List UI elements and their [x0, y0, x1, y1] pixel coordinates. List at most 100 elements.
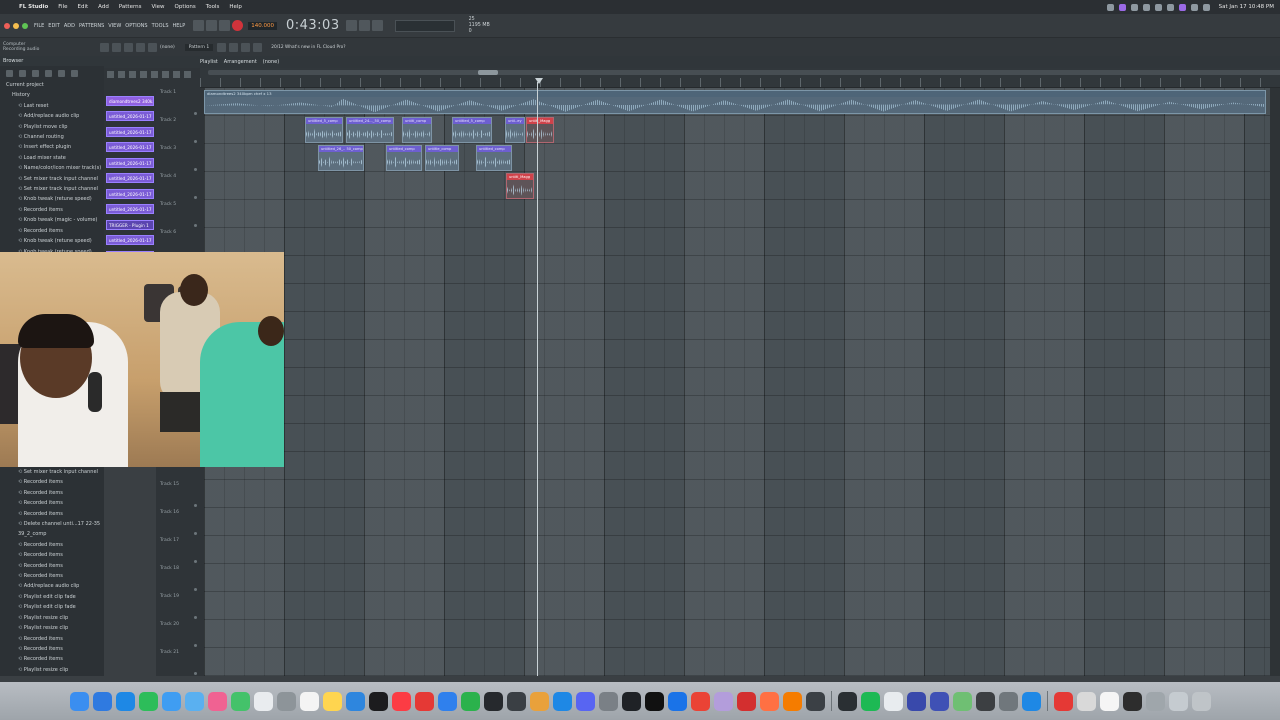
- audio-clip[interactable]: untitl_Magg: [526, 117, 554, 143]
- track-mute-dot[interactable]: [194, 504, 197, 507]
- dock-app-icon[interactable]: [552, 691, 572, 711]
- menu-view[interactable]: View: [146, 4, 169, 10]
- browser-tool-icon[interactable]: [19, 69, 26, 77]
- picker-item[interactable]: untitled_2026-01-17 22...: [106, 188, 154, 199]
- dock-app-icon[interactable]: [1099, 691, 1119, 711]
- dock-app-icon[interactable]: [906, 691, 926, 711]
- wait-input-icon[interactable]: [358, 20, 370, 31]
- dock-app-icon[interactable]: [690, 691, 710, 711]
- view-channel-rack-icon[interactable]: [136, 42, 145, 52]
- tool-icon[interactable]: [229, 42, 239, 52]
- dock-app-icon[interactable]: [575, 691, 595, 711]
- picker-item[interactable]: untitled_2026-01-17 22...: [106, 204, 154, 214]
- menu-tools[interactable]: Tools: [201, 4, 225, 10]
- dock-app-icon[interactable]: [460, 691, 480, 711]
- track-mute-dot[interactable]: [194, 112, 197, 115]
- dock-app-icon[interactable]: [299, 691, 319, 711]
- fl-menu-tools[interactable]: TOOLS: [152, 23, 169, 29]
- fl-menu-patterns[interactable]: PATTERNS: [79, 23, 104, 29]
- browser-tree-item[interactable]: Set mixer track input channel: [0, 174, 104, 184]
- menu-app-name[interactable]: FL Studio: [14, 4, 53, 10]
- countdown-icon[interactable]: [371, 20, 383, 31]
- track-mute-dot[interactable]: [194, 224, 197, 227]
- dock-app-icon[interactable]: [667, 691, 687, 711]
- dock-app-icon[interactable]: [69, 691, 89, 711]
- history-item[interactable]: Recorded items: [0, 654, 104, 664]
- history-item[interactable]: Recorded items: [0, 488, 104, 498]
- menu-edit[interactable]: Edit: [73, 4, 94, 10]
- close-window-button[interactable]: [4, 22, 10, 29]
- tool-icon[interactable]: [217, 42, 227, 52]
- fl-menu-help[interactable]: HELP: [173, 23, 186, 29]
- browser-tree-item[interactable]: Recorded items: [0, 205, 104, 215]
- fl-menu-edit[interactable]: EDIT: [48, 23, 60, 29]
- tempo-display[interactable]: 140.000: [248, 21, 277, 30]
- track-name[interactable]: Track 16: [160, 510, 179, 515]
- picker-item[interactable]: diamondtrees2 340k...: [106, 95, 154, 106]
- history-item[interactable]: Recorded items: [0, 540, 104, 550]
- audio-clip[interactable]: untitl_comp: [402, 117, 432, 143]
- delete-tool-icon[interactable]: [129, 71, 136, 78]
- track-mute-dot[interactable]: [194, 140, 197, 143]
- pattern-selector[interactable]: Pattern 1: [184, 43, 214, 51]
- view-playlist-icon[interactable]: [112, 42, 121, 52]
- status-icon[interactable]: [1130, 3, 1138, 11]
- audio-clip[interactable]: untitled_comp: [386, 145, 422, 171]
- metronome-icon[interactable]: [345, 20, 357, 31]
- dock-app-icon[interactable]: [1076, 691, 1096, 711]
- track-name[interactable]: Track 20: [160, 622, 179, 627]
- track-name[interactable]: Track 6: [160, 230, 176, 235]
- history-item[interactable]: Recorded items: [0, 571, 104, 581]
- history-item[interactable]: Add/replace audio clip: [0, 581, 104, 591]
- browser-tool-icon[interactable]: [71, 69, 78, 77]
- dock-app-icon[interactable]: [161, 691, 181, 711]
- browser-tree-item[interactable]: Insert effect plugin: [0, 142, 104, 152]
- picker-item[interactable]: untitled_2026-01-17 22...: [106, 142, 154, 152]
- history-item[interactable]: Recorded items: [0, 498, 104, 508]
- tool-icon[interactable]: [241, 42, 251, 52]
- timeline-ruler[interactable]: [200, 68, 1280, 88]
- audio-clip[interactable]: untitl_Magg: [506, 173, 534, 199]
- dock-app-icon[interactable]: [184, 691, 204, 711]
- dock-app-icon[interactable]: [345, 691, 365, 711]
- pattern-song-toggle[interactable]: [193, 20, 205, 31]
- audio-clip[interactable]: untitled_5_comp: [452, 117, 492, 143]
- browser-tree-item[interactable]: Knob tweak (retune speed): [0, 236, 104, 246]
- view-mixer-icon[interactable]: [148, 42, 157, 52]
- dock-app-icon[interactable]: [1053, 691, 1073, 711]
- news-hint[interactable]: 20/12 What's new in FL Cloud Pro?: [271, 45, 345, 50]
- select-tool-icon[interactable]: [162, 71, 169, 78]
- slice-tool-icon[interactable]: [151, 71, 158, 78]
- control-center-icon[interactable]: [1202, 3, 1210, 11]
- fl-menu-view[interactable]: VIEW: [108, 23, 121, 29]
- dock-app-icon[interactable]: [414, 691, 434, 711]
- dock-app-icon[interactable]: [805, 691, 825, 711]
- dock-app-icon[interactable]: [782, 691, 802, 711]
- status-icon[interactable]: [1166, 3, 1174, 11]
- audio-clip[interactable]: untitled_26_.. 50_comp: [318, 145, 364, 171]
- browser-tree-item[interactable]: Last reset: [0, 101, 104, 111]
- dock-app-icon[interactable]: [975, 691, 995, 711]
- dock-app-icon[interactable]: [138, 691, 158, 711]
- track-name[interactable]: Track 5: [160, 202, 176, 207]
- dock-app-icon[interactable]: [391, 691, 411, 711]
- track-mute-dot[interactable]: [194, 616, 197, 619]
- dock-app-icon[interactable]: [115, 691, 135, 711]
- horizontal-scrollbar[interactable]: [208, 70, 1280, 75]
- history-item[interactable]: Recorded items: [0, 550, 104, 560]
- dock-app-icon[interactable]: [253, 691, 273, 711]
- playback-tool-icon[interactable]: [184, 71, 191, 78]
- dock-app-icon[interactable]: [759, 691, 779, 711]
- vertical-scrollbar[interactable]: [1270, 88, 1280, 676]
- browser-tree-item[interactable]: Load mixer state: [0, 153, 104, 163]
- history-item[interactable]: Recorded items: [0, 561, 104, 571]
- history-item[interactable]: Recorded items: [0, 509, 104, 519]
- picker-item[interactable]: untitled_2026-01-17 22...: [106, 157, 154, 168]
- dock-app-icon[interactable]: [883, 691, 903, 711]
- status-icon[interactable]: [1178, 3, 1186, 11]
- browser-tree-item[interactable]: Current project: [0, 80, 104, 90]
- dock-app-icon[interactable]: [998, 691, 1018, 711]
- dock-app-icon[interactable]: [952, 691, 972, 711]
- dock-app-icon[interactable]: [837, 691, 857, 711]
- dock-app-icon[interactable]: [529, 691, 549, 711]
